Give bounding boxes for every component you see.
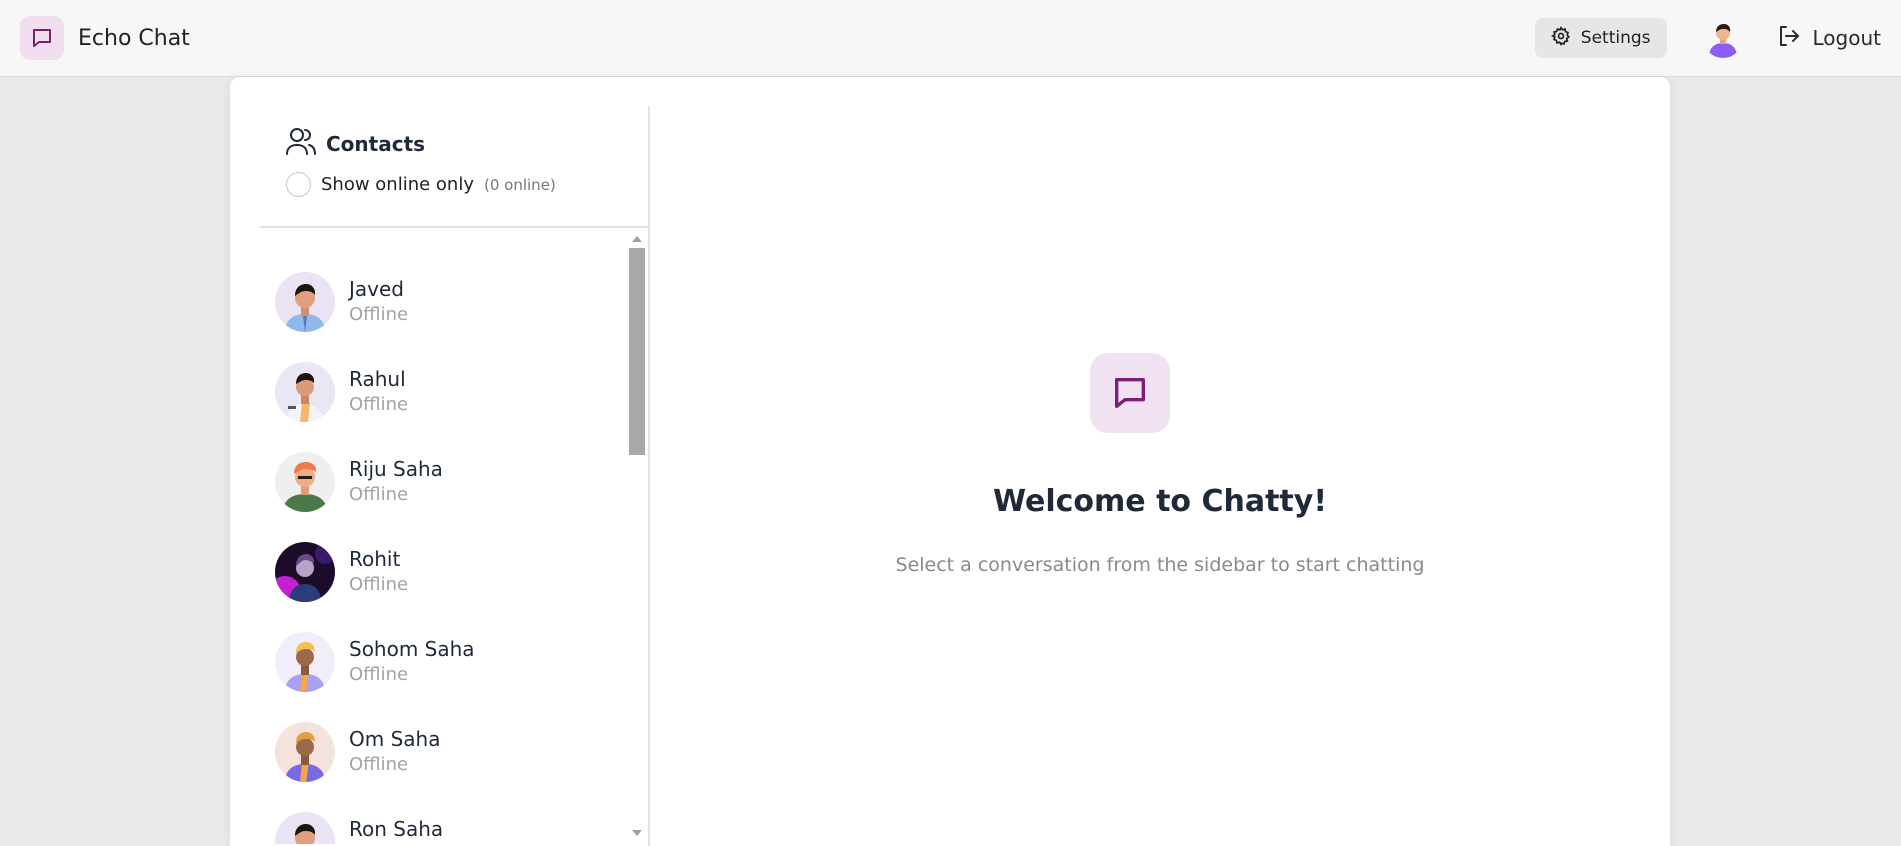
contact-item[interactable]: Rahul Offline [260,347,648,437]
online-only-label[interactable]: Show online only [321,174,474,195]
contact-status: Offline [349,574,409,595]
contacts-title: Contacts [326,131,426,156]
online-only-checkbox[interactable] [286,172,311,197]
contact-name: Om Saha [349,727,441,751]
settings-button[interactable]: Settings [1534,18,1667,58]
contact-info: Om Saha Offline [349,726,440,778]
contact-status: Offline [349,394,409,415]
contact-info: Riju Saha Offline [349,456,443,508]
online-count: (0 online) [484,175,556,194]
online-only-toggle: Show online only (0 online) [286,172,648,197]
contacts-heading: Contacts [286,127,648,160]
main-card: Contacts Show online only (0 online) Jav… [230,77,1670,846]
app-name: Echo Chat [78,25,190,51]
contact-avatar [275,632,335,692]
contact-avatar [275,272,335,332]
contact-info: Rohit Offline [349,546,408,598]
contact-item[interactable]: Rohit Offline [260,527,648,617]
welcome-title: Welcome to Chatty! [992,484,1328,519]
contact-item[interactable]: Ron SahaOffline [260,797,648,844]
scroll-down-arrow[interactable] [632,830,642,836]
scroll-thumb[interactable] [629,248,645,455]
contact-status: Offline [349,842,443,844]
user-avatar[interactable] [1702,18,1743,58]
nav-actions: Settings Logout [1534,18,1881,58]
top-navbar: Echo Chat Settings Logout [0,0,1901,77]
welcome-panel: Welcome to Chatty! Select a conversation… [650,77,1670,846]
welcome-chat-icon [1090,353,1170,433]
chat-bubble-icon [20,16,64,60]
contact-item[interactable]: Javed Offline [260,257,648,347]
contacts-sidebar: Contacts Show online only (0 online) Jav… [260,106,650,846]
users-icon [286,127,316,160]
contact-avatar [275,812,335,844]
contacts-container: Javed Offline Rahul Offline Riju Saha Offline… [260,257,648,844]
logout-icon [1777,24,1801,53]
gear-icon [1550,25,1571,51]
contact-name: Riju Saha [349,457,443,481]
contact-list[interactable]: Javed Offline Rahul Offline Riju Saha Offline… [260,228,648,844]
logout-button[interactable]: Logout [1777,24,1881,53]
contact-name: Rahul [349,367,406,391]
contact-status: Offline [349,304,409,325]
welcome-subtitle: Select a conversation from the sidebar t… [895,554,1425,576]
scrollbar[interactable] [629,228,645,844]
logout-label: Logout [1812,26,1881,50]
contact-info: Ron SahaOffline [349,816,443,844]
contact-info: Rahul Offline [349,366,408,418]
contact-item[interactable]: Sohom Saha Offline [260,617,648,707]
contact-item[interactable]: Om Saha Offline [260,707,648,797]
contact-name: Javed [349,277,404,301]
contact-name: Ron Saha [349,817,444,841]
contact-name: Rohit [349,547,401,571]
scroll-up-arrow[interactable] [632,236,642,242]
contact-name: Sohom Saha [349,637,475,661]
contact-avatar [275,362,335,422]
contact-status: Offline [349,754,409,775]
contact-status: Offline [349,664,409,685]
contact-info: Javed Offline [349,276,408,328]
contact-avatar [275,452,335,512]
contact-avatar [275,722,335,782]
settings-label: Settings [1580,28,1651,48]
sidebar-header: Contacts Show online only (0 online) [260,106,648,228]
contact-avatar [275,542,335,602]
contact-status: Offline [349,484,409,505]
brand[interactable]: Echo Chat [20,16,190,60]
contact-item[interactable]: Riju Saha Offline [260,437,648,527]
contact-info: Sohom Saha Offline [349,636,475,688]
